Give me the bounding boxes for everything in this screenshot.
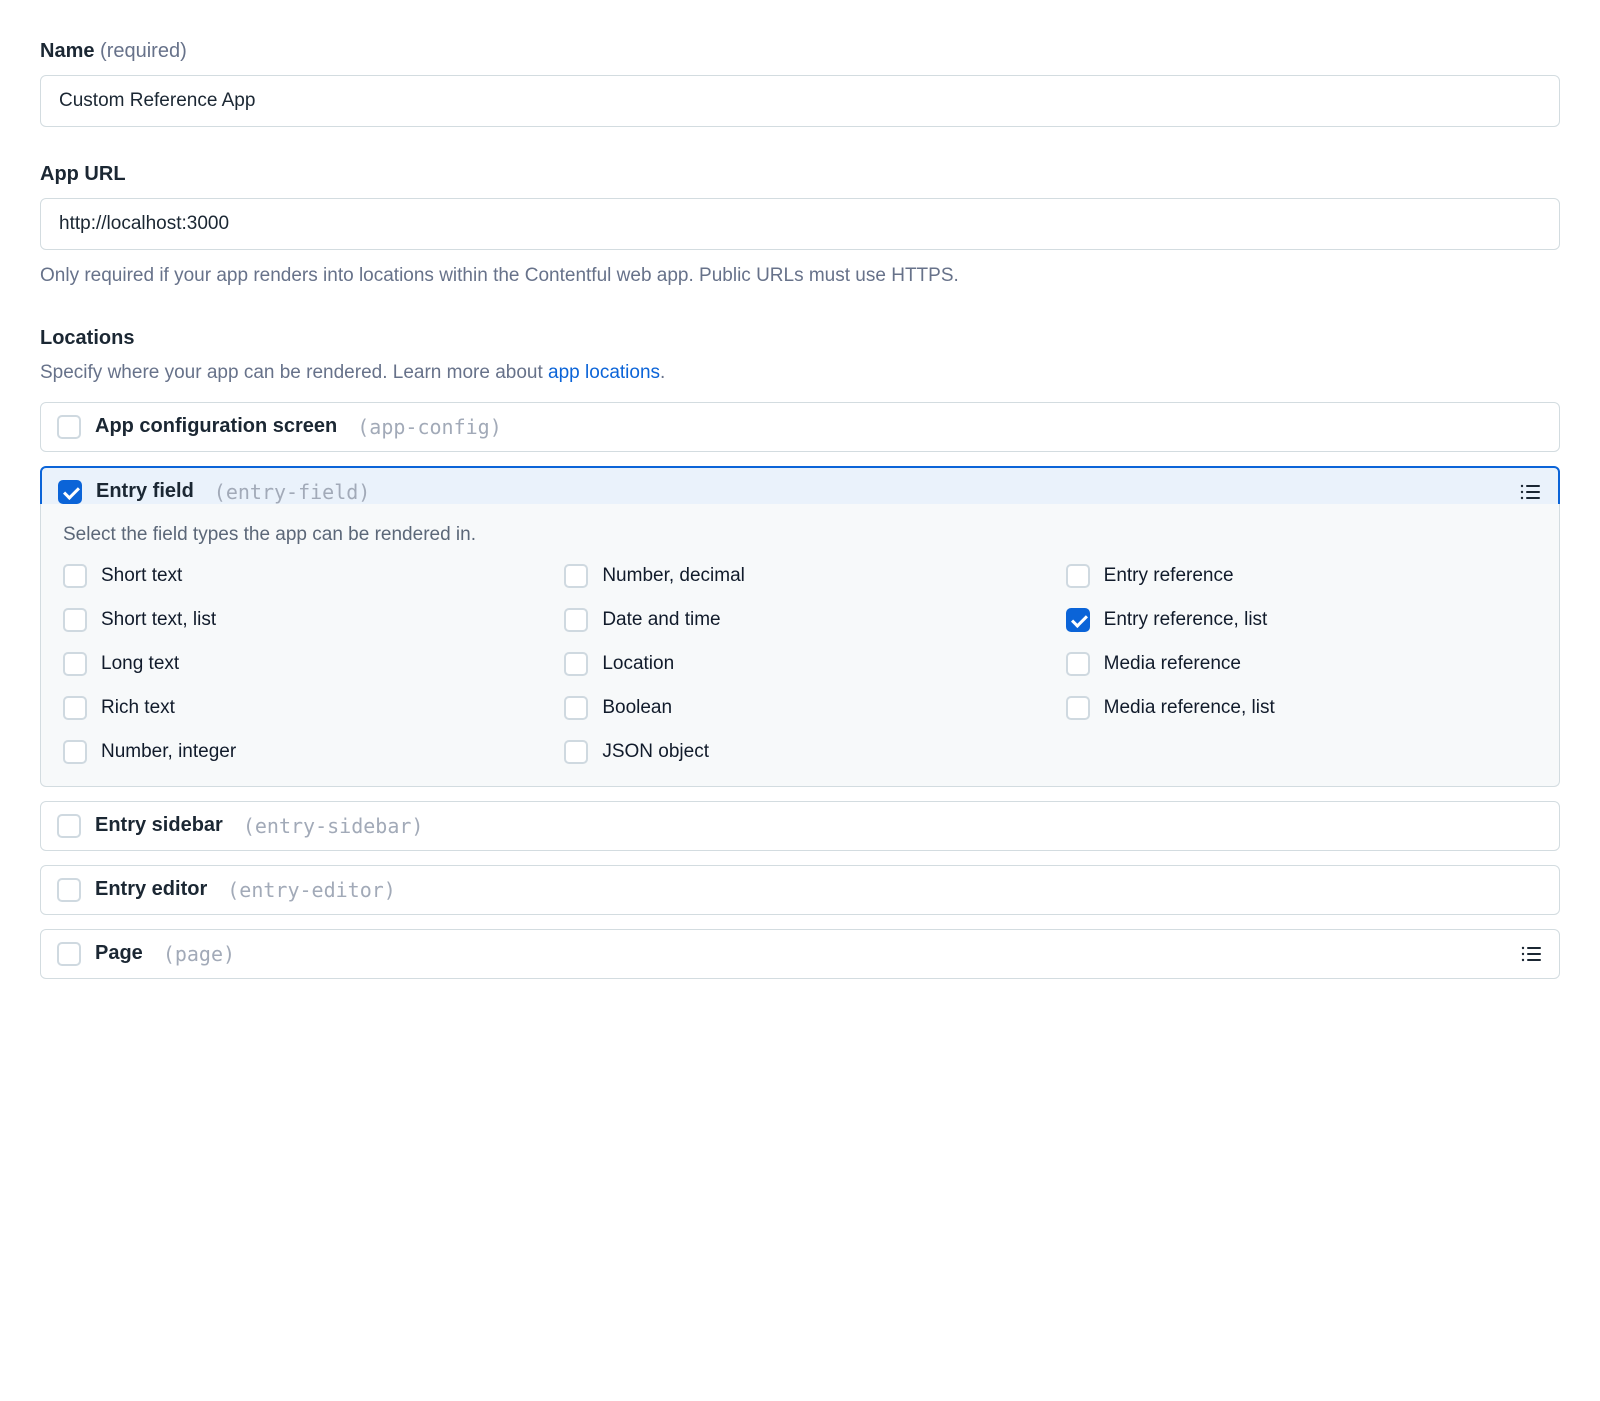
field-type-label: Rich text [101, 697, 175, 719]
location-label: App configuration screen [95, 415, 337, 438]
location-label: Entry editor [95, 878, 207, 901]
location-page[interactable]: Page (page) [40, 929, 1560, 979]
field-type-label: Number, decimal [602, 565, 745, 587]
field-type-boolean[interactable]: Boolean [564, 696, 1035, 720]
checkbox-location[interactable] [564, 652, 588, 676]
field-type-label: Location [602, 653, 674, 675]
field-types-grid: Short text Short text, list Long text Ri… [63, 564, 1537, 764]
app-url-label: App URL [40, 163, 1560, 186]
checkbox-number-decimal[interactable] [564, 564, 588, 588]
name-field-group: Name (required) [40, 40, 1560, 127]
checkbox-app-config[interactable] [57, 415, 81, 439]
checkbox-boolean[interactable] [564, 696, 588, 720]
field-type-label: Media reference [1104, 653, 1241, 675]
locations-desc-prefix: Specify where your app can be rendered. … [40, 362, 548, 383]
field-type-long-text[interactable]: Long text [63, 652, 534, 676]
checkbox-entry-editor[interactable] [57, 878, 81, 902]
checkbox-date-time[interactable] [564, 608, 588, 632]
name-label: Name (required) [40, 40, 1560, 63]
list-icon [1519, 942, 1543, 966]
checkbox-json-object[interactable] [564, 740, 588, 764]
checkbox-short-text-list[interactable] [63, 608, 87, 632]
field-type-label: Boolean [602, 697, 672, 719]
location-entry-sidebar[interactable]: Entry sidebar (entry-sidebar) [40, 801, 1560, 851]
location-entry-editor[interactable]: Entry editor (entry-editor) [40, 865, 1560, 915]
field-type-location[interactable]: Location [564, 652, 1035, 676]
location-code: (entry-field) [214, 480, 371, 504]
field-type-media-reference-list[interactable]: Media reference, list [1066, 696, 1537, 720]
field-type-short-text-list[interactable]: Short text, list [63, 608, 534, 632]
field-type-label: Number, integer [101, 741, 236, 763]
name-input[interactable] [40, 75, 1560, 127]
field-type-entry-reference[interactable]: Entry reference [1066, 564, 1537, 588]
field-type-short-text[interactable]: Short text [63, 564, 534, 588]
locations-section: Locations Specify where your app can be … [40, 327, 1560, 979]
locations-title: Locations [40, 327, 1560, 350]
location-label: Entry field [96, 480, 194, 503]
checkbox-media-reference-list[interactable] [1066, 696, 1090, 720]
name-required: (required) [100, 40, 187, 62]
app-url-input[interactable] [40, 198, 1560, 250]
field-types-panel-label: Select the field types the app can be re… [63, 524, 1537, 546]
location-app-config[interactable]: App configuration screen (app-config) [40, 402, 1560, 452]
checkbox-entry-sidebar[interactable] [57, 814, 81, 838]
app-locations-link[interactable]: app locations [548, 362, 660, 383]
locations-desc-suffix: . [660, 362, 665, 383]
checkbox-long-text[interactable] [63, 652, 87, 676]
app-url-field-group: App URL Only required if your app render… [40, 163, 1560, 291]
location-label: Entry sidebar [95, 814, 223, 837]
checkbox-entry-field[interactable] [58, 480, 82, 504]
field-types-panel: Select the field types the app can be re… [40, 504, 1560, 787]
field-type-date-time[interactable]: Date and time [564, 608, 1035, 632]
field-type-json-object[interactable]: JSON object [564, 740, 1035, 764]
list-icon [1518, 480, 1542, 504]
location-code: (app-config) [357, 415, 502, 439]
checkbox-media-reference[interactable] [1066, 652, 1090, 676]
field-type-label: Short text [101, 565, 182, 587]
checkbox-page[interactable] [57, 942, 81, 966]
location-code: (entry-editor) [227, 878, 396, 902]
name-label-text: Name [40, 40, 94, 62]
field-type-number-decimal[interactable]: Number, decimal [564, 564, 1035, 588]
checkbox-rich-text[interactable] [63, 696, 87, 720]
field-type-rich-text[interactable]: Rich text [63, 696, 534, 720]
field-type-label: Entry reference [1104, 565, 1234, 587]
app-url-help: Only required if your app renders into l… [40, 262, 1560, 291]
field-type-label: Short text, list [101, 609, 216, 631]
field-type-number-integer[interactable]: Number, integer [63, 740, 534, 764]
field-type-label: Entry reference, list [1104, 609, 1268, 631]
field-type-label: Long text [101, 653, 179, 675]
checkbox-short-text[interactable] [63, 564, 87, 588]
location-code: (entry-sidebar) [243, 814, 424, 838]
checkbox-entry-reference-list[interactable] [1066, 608, 1090, 632]
field-types-col2: Number, decimal Date and time Location B… [564, 564, 1035, 764]
field-types-col1: Short text Short text, list Long text Ri… [63, 564, 534, 764]
locations-desc: Specify where your app can be rendered. … [40, 362, 1560, 384]
field-type-media-reference[interactable]: Media reference [1066, 652, 1537, 676]
checkbox-number-integer[interactable] [63, 740, 87, 764]
field-types-col3: Entry reference Entry reference, list Me… [1066, 564, 1537, 764]
field-type-label: Date and time [602, 609, 720, 631]
field-type-entry-reference-list[interactable]: Entry reference, list [1066, 608, 1537, 632]
location-label: Page [95, 942, 143, 965]
location-code: (page) [163, 942, 235, 966]
field-type-label: Media reference, list [1104, 697, 1275, 719]
checkbox-entry-reference[interactable] [1066, 564, 1090, 588]
field-type-label: JSON object [602, 741, 709, 763]
